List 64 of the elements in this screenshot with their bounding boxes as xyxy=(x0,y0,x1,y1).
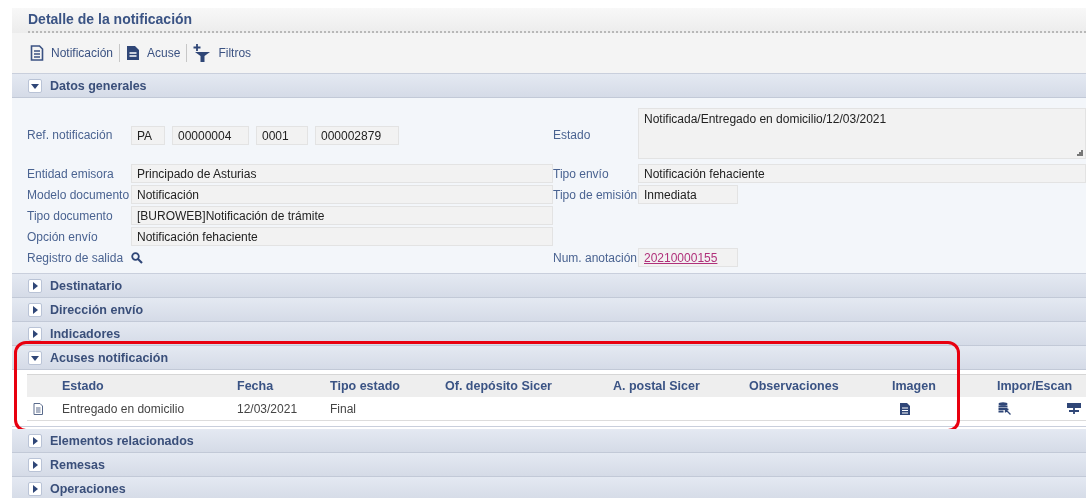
section-header[interactable]: Indicadores xyxy=(12,322,1086,346)
text-field[interactable]: 00000004 xyxy=(172,125,249,145)
table-cell-text: Final xyxy=(330,400,357,418)
header-corner xyxy=(27,375,62,397)
annotation-link[interactable]: 20210000155 xyxy=(644,251,718,265)
document-icon[interactable] xyxy=(900,402,910,415)
filter-add-icon xyxy=(193,44,212,62)
section-header[interactable]: Datos generales xyxy=(12,74,1086,98)
field-label: Tipo envío xyxy=(553,166,610,181)
column-header: Observaciones xyxy=(749,375,892,397)
field-label: Registro de salida xyxy=(27,250,124,265)
toggle-icon[interactable] xyxy=(28,302,42,317)
toggle-icon[interactable] xyxy=(28,457,42,472)
scanner-icon[interactable] xyxy=(1067,402,1081,415)
text-field[interactable]: Notificación xyxy=(131,185,553,204)
field-label: Tipo de emisión xyxy=(553,187,638,202)
field-label: Ref. notificación xyxy=(27,128,114,142)
text-field[interactable]: PA xyxy=(131,125,165,145)
column-header: Of. depósito Sicer xyxy=(445,375,613,397)
text-field[interactable]: Inmediata xyxy=(638,185,738,204)
toolbar-button[interactable]: Notificación xyxy=(24,42,120,64)
toggle-icon[interactable] xyxy=(28,278,42,293)
table-cell-text: Entregado en domicilio xyxy=(62,400,186,418)
resize-grip-icon[interactable] xyxy=(1077,150,1083,156)
field-label: Entidad emisora xyxy=(27,166,115,181)
field-label: Estado xyxy=(553,128,592,142)
section-header[interactable]: Destinatario xyxy=(12,274,1086,298)
column-header: Impor/Escan xyxy=(992,375,1086,397)
column-header: A. postal Sicer xyxy=(613,375,749,397)
document-icon xyxy=(33,402,43,415)
text-field[interactable]: Notificación fehaciente xyxy=(638,164,1086,183)
text-field[interactable]: 0001 xyxy=(256,125,308,145)
text-area[interactable]: Notificada/Entregado en domicilio/12/03/2021 xyxy=(638,108,1086,159)
toggle-icon[interactable] xyxy=(28,326,42,341)
text-field[interactable]: Notificación fehaciente xyxy=(131,227,553,246)
section-header[interactable]: Elementos relacionados xyxy=(12,429,1086,453)
document-icon xyxy=(30,45,44,61)
column-header: Fecha xyxy=(237,375,330,397)
field-label: Num. anotación xyxy=(553,250,638,265)
toggle-icon[interactable] xyxy=(28,78,42,93)
column-header: Estado xyxy=(62,375,237,397)
toolbar-button[interactable]: Filtros xyxy=(187,42,258,64)
table-cell-text: 12/03/2021 xyxy=(237,400,299,418)
section-header[interactable]: Acuses notificación xyxy=(12,346,1086,370)
toggle-icon[interactable] xyxy=(28,350,42,365)
text-field[interactable]: 000002879 xyxy=(315,125,399,145)
column-header: Tipo estado xyxy=(330,375,445,397)
database-import-icon[interactable] xyxy=(998,402,1011,415)
section-header[interactable]: Operaciones xyxy=(12,477,1086,498)
document-icon xyxy=(126,45,141,61)
search-icon[interactable] xyxy=(131,251,144,264)
section-header[interactable]: Dirección envío xyxy=(12,298,1086,322)
text-field[interactable]: Principado de Asturias xyxy=(131,164,553,183)
toggle-icon[interactable] xyxy=(28,433,42,448)
field-label: Tipo documento xyxy=(27,208,114,223)
text-field[interactable]: 20210000155 xyxy=(638,248,738,267)
section-header[interactable]: Remesas xyxy=(12,453,1086,477)
window-title: Detalle de la notificación xyxy=(28,10,193,29)
text-field[interactable]: [BUROWEB]Notificación de trámite xyxy=(131,206,553,225)
field-label: Opción envío xyxy=(27,229,99,244)
toggle-icon[interactable] xyxy=(28,481,42,496)
field-label: Modelo documento xyxy=(27,187,131,202)
toolbar-button[interactable]: Acuse xyxy=(120,42,187,64)
column-header: Imagen xyxy=(892,375,992,397)
